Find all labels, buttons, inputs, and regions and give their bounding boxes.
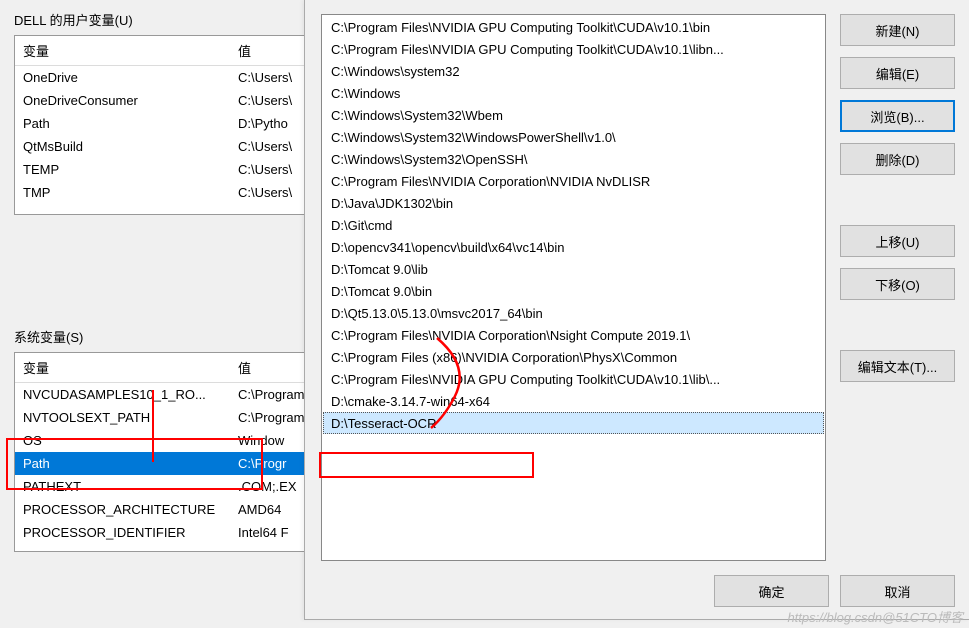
list-item[interactable]: D:\Qt5.13.0\5.13.0\msvc2017_64\bin [323,302,824,324]
move-up-button[interactable]: 上移(U) [840,225,955,257]
new-button[interactable]: 新建(N) [840,14,955,46]
list-item[interactable]: D:\Tesseract-OCR [323,412,824,434]
list-item[interactable]: D:\Tomcat 9.0\lib [323,258,824,280]
list-item[interactable]: C:\Windows\System32\Wbem [323,104,824,126]
sys-col-var[interactable]: 变量 [15,353,230,383]
user-col-var[interactable]: 变量 [15,36,230,66]
path-list[interactable]: C:\Program Files\NVIDIA GPU Computing To… [321,14,826,561]
list-item[interactable]: D:\cmake-3.14.7-win64-x64 [323,390,824,412]
edit-path-dialog: C:\Program Files\NVIDIA GPU Computing To… [304,0,969,620]
list-item[interactable]: C:\Program Files\NVIDIA GPU Computing To… [323,368,824,390]
list-item[interactable]: C:\Windows\system32 [323,60,824,82]
list-item[interactable]: D:\Tomcat 9.0\bin [323,280,824,302]
cancel-button[interactable]: 取消 [840,575,955,607]
move-down-button[interactable]: 下移(O) [840,268,955,300]
list-item[interactable]: C:\Program Files\NVIDIA GPU Computing To… [323,38,824,60]
list-item[interactable]: C:\Windows\System32\OpenSSH\ [323,148,824,170]
list-item[interactable]: D:\opencv341\opencv\build\x64\vc14\bin [323,236,824,258]
delete-button[interactable]: 删除(D) [840,143,955,175]
list-item[interactable]: C:\Program Files\NVIDIA Corporation\Nsig… [323,324,824,346]
browse-button[interactable]: 浏览(B)... [840,100,955,132]
list-item[interactable]: C:\Program Files\NVIDIA GPU Computing To… [323,16,824,38]
list-item[interactable]: C:\Windows\System32\WindowsPowerShell\v1… [323,126,824,148]
watermark-text: https://blog.csdn@51CTO博客 [787,607,963,626]
list-item[interactable]: D:\Java\JDK1302\bin [323,192,824,214]
list-item[interactable]: C:\Program Files (x86)\NVIDIA Corporatio… [323,346,824,368]
edit-text-button[interactable]: 编辑文本(T)... [840,350,955,382]
edit-button[interactable]: 编辑(E) [840,57,955,89]
list-item[interactable]: D:\Git\cmd [323,214,824,236]
ok-button[interactable]: 确定 [714,575,829,607]
list-item[interactable]: C:\Program Files\NVIDIA Corporation\NVID… [323,170,824,192]
list-item[interactable]: C:\Windows [323,82,824,104]
